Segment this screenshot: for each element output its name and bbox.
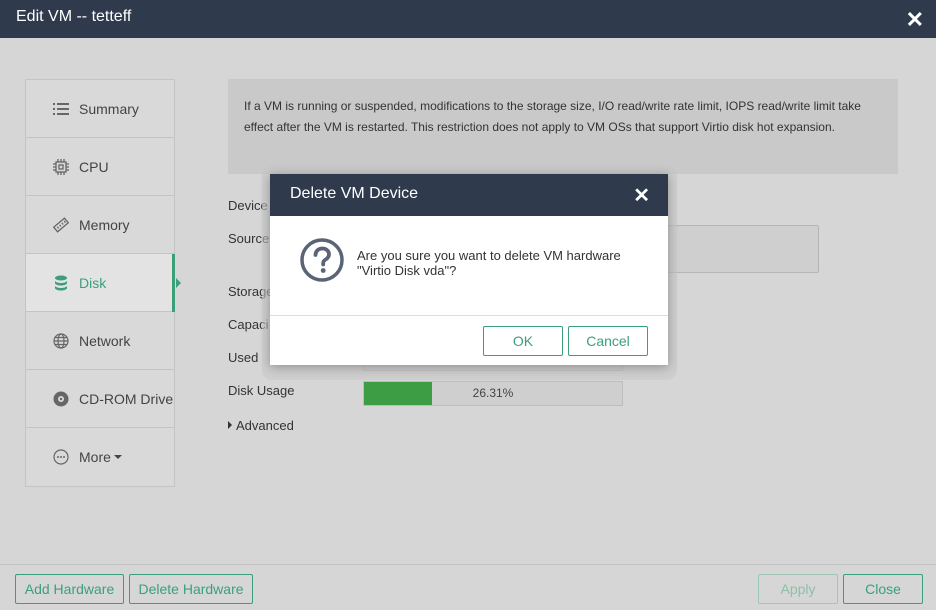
- chip-icon: [52, 158, 70, 176]
- advanced-label: Advanced: [236, 418, 294, 433]
- sidebar-item-more[interactable]: More: [26, 428, 174, 486]
- advanced-toggle[interactable]: Advanced: [228, 418, 294, 433]
- globe-icon: [52, 332, 70, 350]
- dialog-title: Delete VM Device: [290, 185, 419, 202]
- sidebar-item-label: CPU: [79, 158, 109, 175]
- question-icon: [300, 238, 344, 282]
- ellipsis-icon: [52, 448, 70, 466]
- sidebar-item-label: Memory: [79, 216, 130, 233]
- restart-notice: If a VM is running or suspended, modific…: [228, 79, 898, 174]
- sidebar-item-label: Disk: [79, 274, 107, 291]
- sidebar-item-network[interactable]: Network: [26, 312, 174, 370]
- sidebar-item-label: More: [79, 449, 111, 465]
- delete-device-dialog: Delete VM Device ✕ Are you sure you want…: [270, 174, 668, 365]
- apply-button[interactable]: Apply: [758, 574, 838, 604]
- footer-bar: Add Hardware Delete Hardware Apply Close: [0, 564, 936, 610]
- caret-right-icon: [228, 421, 232, 429]
- dialog-header: Delete VM Device ✕: [270, 174, 668, 216]
- sidebar-item-cdrom[interactable]: CD-ROM Drive: [26, 370, 174, 428]
- add-hardware-button[interactable]: Add Hardware: [15, 574, 124, 604]
- disc-icon: [52, 390, 70, 408]
- sidebar-item-label: CD-ROM Drive: [79, 390, 174, 407]
- database-icon: [52, 274, 70, 292]
- cancel-button[interactable]: Cancel: [568, 326, 648, 356]
- sidebar-item-summary[interactable]: Summary: [26, 80, 174, 138]
- window-titlebar: Edit VM -- tetteff ✕: [0, 0, 936, 38]
- close-icon[interactable]: ✕: [906, 7, 924, 33]
- used-label: Used: [228, 350, 259, 365]
- sidebar: Summary CPU Memory Disk Network CD-ROM D…: [25, 79, 181, 487]
- sidebar-item-label: Network: [79, 332, 131, 349]
- delete-hardware-button[interactable]: Delete Hardware: [129, 574, 253, 604]
- sidebar-item-disk[interactable]: Disk: [26, 254, 181, 312]
- memory-icon: [52, 216, 70, 234]
- disk-usage-label: Disk Usage: [228, 383, 295, 398]
- sidebar-item-label: Summary: [79, 100, 139, 117]
- ok-button[interactable]: OK: [483, 326, 563, 356]
- list-icon: [52, 100, 70, 118]
- window-title: Edit VM -- tetteff: [16, 8, 132, 25]
- dialog-body: Are you sure you want to delete VM hardw…: [270, 216, 668, 316]
- dialog-message: Are you sure you want to delete VM hardw…: [357, 248, 621, 278]
- disk-usage-bar: 26.31%: [363, 381, 623, 406]
- sidebar-item-cpu[interactable]: CPU: [26, 138, 174, 196]
- close-icon[interactable]: ✕: [633, 183, 650, 208]
- chevron-down-icon: [113, 455, 122, 459]
- close-button[interactable]: Close: [843, 574, 923, 604]
- disk-usage-percent: 26.31%: [472, 386, 514, 400]
- sidebar-item-memory[interactable]: Memory: [26, 196, 174, 254]
